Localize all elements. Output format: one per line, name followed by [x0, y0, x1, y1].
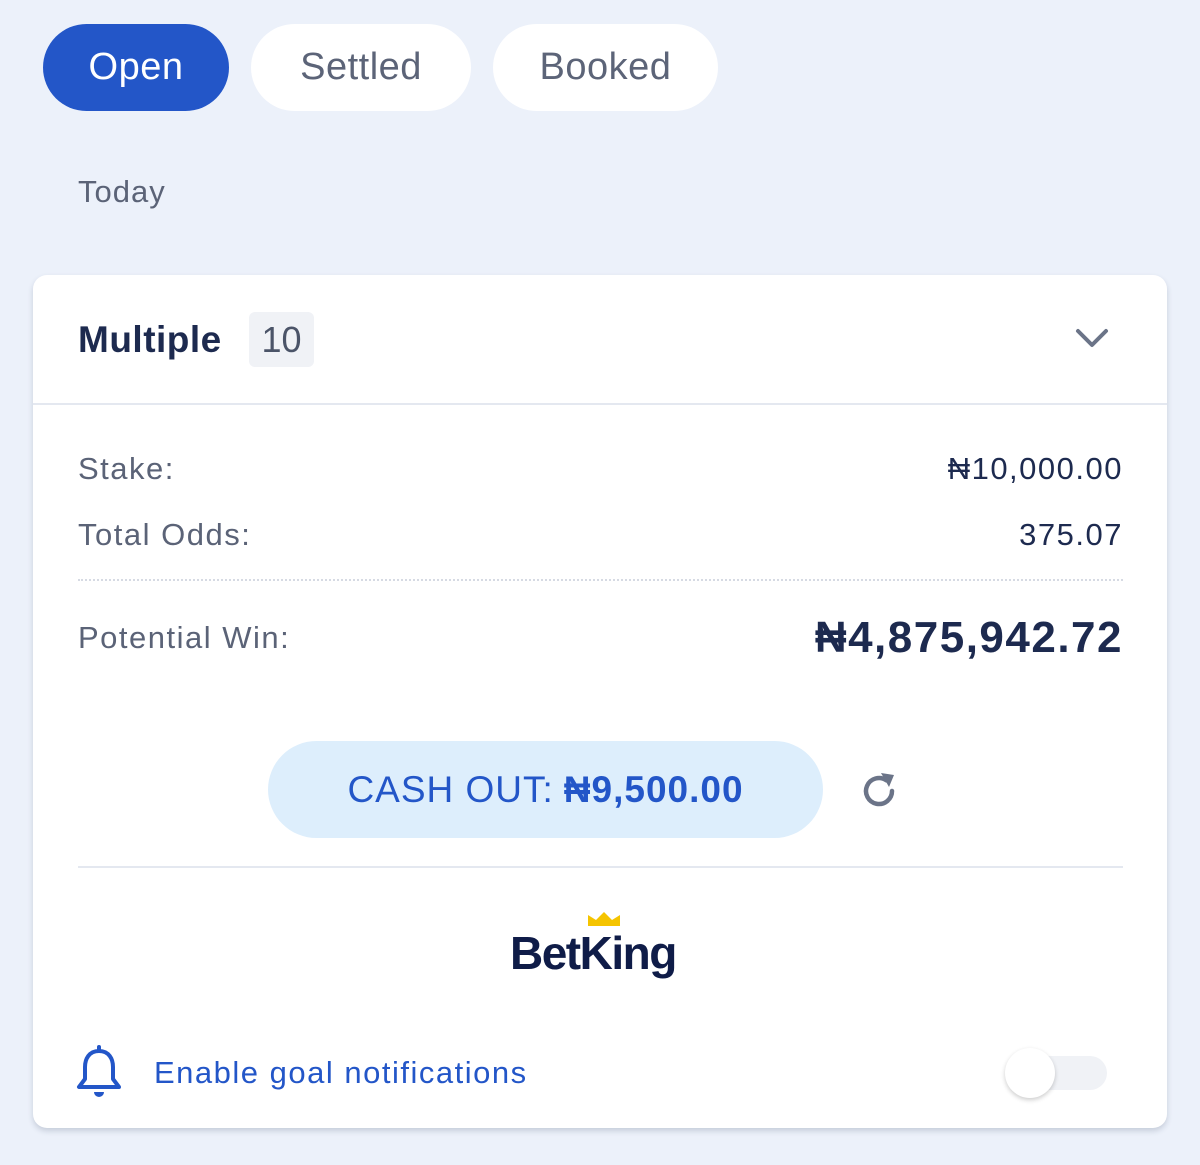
bet-card: Multiple 10 Stake: ₦10,000.00 Total Odds…	[33, 275, 1167, 1128]
stake-label: Stake:	[78, 451, 175, 486]
tab-booked[interactable]: Booked	[493, 24, 718, 111]
selection-count-badge: 10	[249, 312, 314, 367]
brand-logo: BetKing	[510, 908, 700, 988]
stake-value: ₦10,000.00	[947, 451, 1123, 486]
goal-notifications-toggle[interactable]	[1005, 1048, 1107, 1098]
toggle-knob	[1005, 1048, 1055, 1098]
cash-out-label: CASH OUT:	[347, 768, 554, 810]
bell-icon	[77, 1045, 121, 1097]
total-odds-label: Total Odds:	[78, 517, 252, 552]
divider	[78, 866, 1123, 868]
cash-out-button[interactable]: CASH OUT: ₦9,500.00	[268, 741, 823, 838]
stake-row: Stake: ₦10,000.00	[78, 451, 1123, 487]
total-odds-value: 375.07	[1019, 517, 1123, 552]
bet-card-header[interactable]: Multiple 10	[33, 275, 1167, 405]
goal-notifications-label: Enable goal notifications	[154, 1055, 528, 1090]
refresh-icon[interactable]	[855, 767, 903, 815]
date-group-label: Today	[78, 174, 166, 209]
brand-name: BetKing	[510, 927, 677, 979]
goal-notifications-option[interactable]: Enable goal notifications	[75, 1045, 528, 1101]
bet-type-label: Multiple	[78, 319, 222, 360]
potential-win-label: Potential Win:	[78, 620, 291, 655]
cash-out-amount: ₦9,500.00	[563, 768, 744, 810]
potential-win-row: Potential Win: ₦4,875,942.72	[78, 613, 1123, 663]
total-odds-row: Total Odds: 375.07	[78, 517, 1123, 553]
tab-open[interactable]: Open	[43, 24, 229, 111]
divider	[78, 579, 1123, 581]
bet-status-tabs: Open Settled Booked	[43, 24, 718, 111]
chevron-down-icon[interactable]	[1073, 323, 1111, 353]
potential-win-value: ₦4,875,942.72	[814, 613, 1123, 662]
tab-settled[interactable]: Settled	[251, 24, 471, 111]
crown-icon	[588, 912, 620, 926]
